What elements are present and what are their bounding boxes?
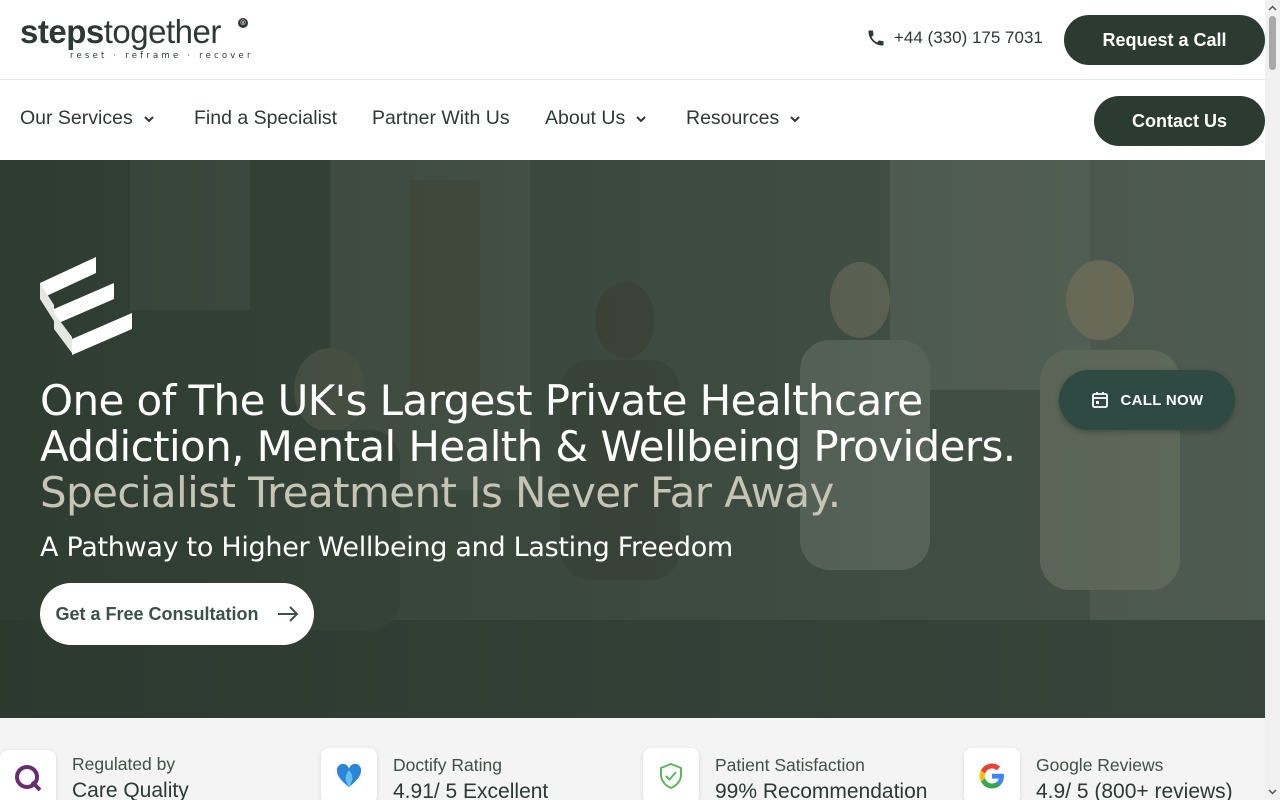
rating-label: Regulated by	[72, 754, 176, 774]
nav-find-specialist[interactable]: Find a Specialist	[194, 107, 337, 130]
hero-title: One of The UK's Largest Private Healthca…	[40, 378, 1016, 516]
hero-title-line-2: Addiction, Mental Health & Wellbeing Pro…	[40, 422, 1016, 471]
request-call-button[interactable]: Request a Call	[1064, 15, 1265, 65]
nav-label: Find a Specialist	[194, 107, 338, 129]
hero-section: One of The UK's Largest Private Healthca…	[0, 160, 1265, 718]
free-consultation-button[interactable]: Get a Free Consultation	[40, 583, 314, 645]
logo-tagline: reset · reframe · recover	[70, 51, 254, 61]
google-icon	[964, 748, 1020, 800]
steps-logo-mark-icon	[40, 257, 132, 355]
logo-wordmark: stepstogether	[20, 13, 221, 50]
rating-cqc[interactable]: Regulated by Care Quality	[0, 750, 189, 800]
nav-label: Our Services	[20, 107, 133, 129]
nav-label: Partner With Us	[372, 107, 510, 129]
scroll-up-arrow-icon[interactable]	[1268, 4, 1277, 13]
call-now-button[interactable]: CALL NOW	[1059, 370, 1235, 430]
arrow-right-icon	[277, 606, 298, 622]
chevron-down-icon	[790, 115, 800, 122]
hero-title-line-3: Specialist Treatment Is Never Far Away.	[40, 468, 841, 517]
contact-us-button[interactable]: Contact Us	[1094, 96, 1265, 146]
rating-value: Care Quality	[72, 779, 189, 800]
registered-mark-icon: ®	[238, 18, 248, 28]
hero-subtitle: A Pathway to Higher Wellbeing and Lastin…	[40, 532, 733, 563]
scroll-down-arrow-icon[interactable]	[1268, 787, 1277, 796]
rating-label: Doctify Rating	[393, 755, 502, 775]
rating-label: Google Reviews	[1036, 755, 1164, 775]
hero-title-line-1: One of The UK's Largest Private Healthca…	[40, 376, 923, 425]
scrollbar-thumb[interactable]	[1269, 16, 1276, 70]
nav-our-services[interactable]: Our Services	[20, 107, 155, 130]
ratings-strip: Regulated by Care Quality Doctify Rating…	[0, 718, 1265, 800]
doctify-icon	[321, 748, 377, 800]
call-now-label: CALL NOW	[1120, 391, 1204, 409]
rating-google[interactable]: Google Reviews 4.9/ 5 (800+ reviews)	[964, 748, 1233, 800]
calendar-icon	[1091, 392, 1108, 408]
free-consultation-label: Get a Free Consultation	[55, 603, 259, 624]
top-header: stepstogether ® reset · reframe · recove…	[0, 0, 1265, 80]
phone-icon	[868, 30, 884, 46]
rating-patient-satisfaction[interactable]: Patient Satisfaction 99% Recommendation	[643, 748, 927, 800]
nav-label: About Us	[545, 107, 626, 129]
rating-doctify[interactable]: Doctify Rating 4.91/ 5 Excellent	[321, 748, 548, 800]
nav-about-us[interactable]: About Us	[545, 107, 647, 130]
nav-resources[interactable]: Resources	[686, 107, 801, 130]
cqc-icon	[0, 750, 56, 800]
rating-value: 4.9/ 5 (800+ reviews)	[1036, 780, 1233, 800]
nav-label: Resources	[686, 107, 780, 129]
rating-value: 4.91/ 5 Excellent	[393, 780, 549, 800]
rating-value: 99% Recommendation	[715, 780, 928, 800]
phone-number: +44 (330) 175 7031	[894, 28, 1043, 47]
rating-label: Patient Satisfaction	[715, 755, 865, 775]
stepstogether-logo[interactable]: stepstogether ® reset · reframe · recove…	[20, 14, 254, 64]
page-scrollbar[interactable]	[1265, 0, 1280, 800]
phone-link[interactable]: +44 (330) 175 7031	[866, 28, 1043, 48]
nav-partner-with-us[interactable]: Partner With Us	[372, 107, 510, 130]
main-nav: Our Services Find a Specialist Partner W…	[0, 81, 1265, 160]
shield-check-icon	[643, 748, 699, 800]
chevron-down-icon	[143, 115, 154, 122]
chevron-down-icon	[636, 115, 646, 122]
